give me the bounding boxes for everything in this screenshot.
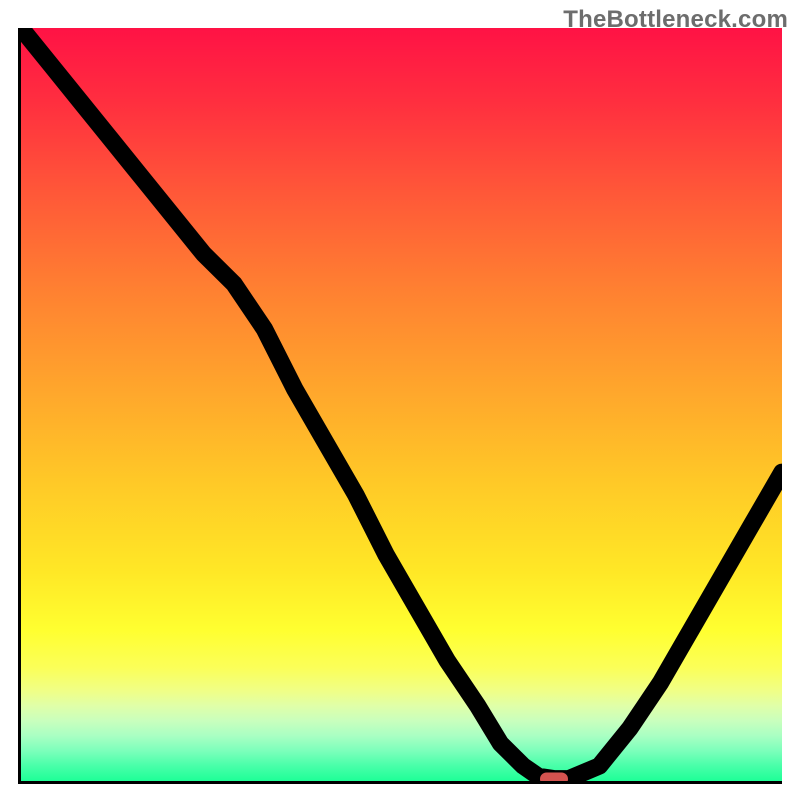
series-path xyxy=(21,28,782,779)
chart-container: TheBottleneck.com xyxy=(0,0,800,800)
bottleneck-marker xyxy=(540,772,568,784)
watermark-text: TheBottleneck.com xyxy=(563,6,788,34)
plot-area xyxy=(18,28,782,784)
bottleneck-curve xyxy=(21,28,782,781)
